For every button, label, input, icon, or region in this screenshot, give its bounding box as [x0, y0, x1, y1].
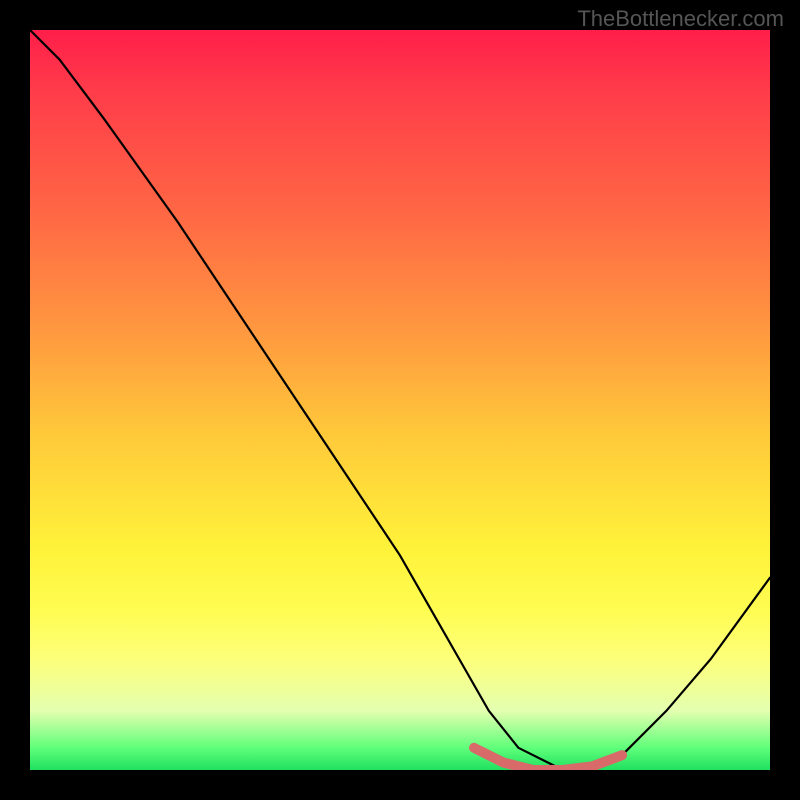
chart-svg [30, 30, 770, 770]
green-band-path [474, 748, 622, 770]
chart-plot-area [30, 30, 770, 770]
watermark-text: TheBottlenecker.com [577, 6, 784, 32]
main-curve-path [30, 30, 770, 770]
